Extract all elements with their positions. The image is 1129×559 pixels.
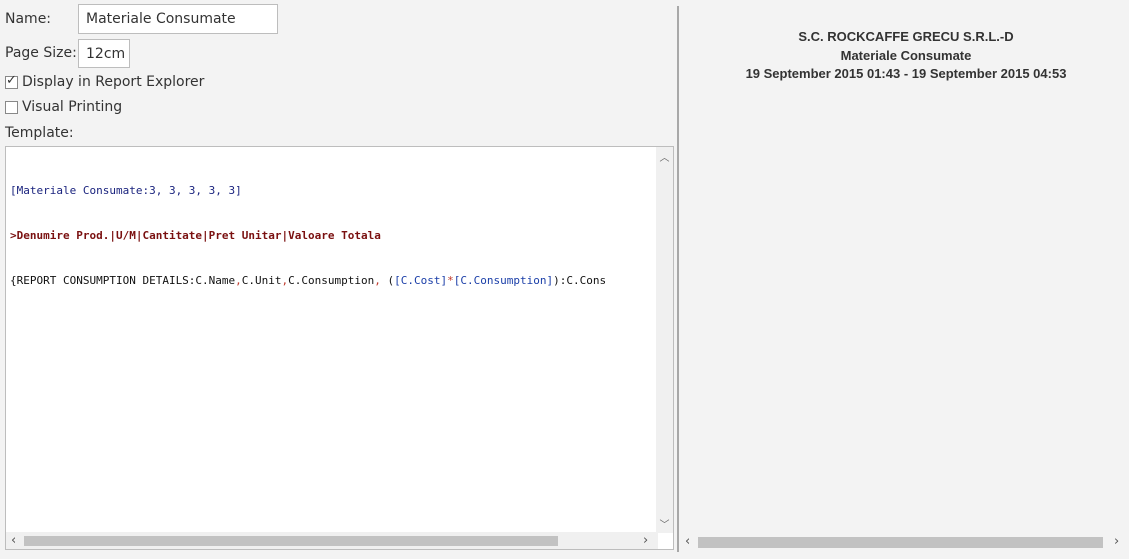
- report-preview-header: S.C. ROCKCAFFE GRECU S.R.L.-D Materiale …: [690, 28, 1122, 84]
- preview-horizontal-scroll-thumb[interactable]: [698, 537, 1103, 548]
- scroll-left-icon[interactable]: ‹: [685, 533, 690, 550]
- editor-vertical-scrollbar[interactable]: ︿ ﹀: [656, 147, 673, 533]
- checkbox-unchecked-icon[interactable]: [5, 100, 18, 114]
- template-editor[interactable]: [Materiale Consumate:3, 3, 3, 3, 3] >Den…: [5, 146, 674, 550]
- scroll-right-icon[interactable]: ›: [643, 532, 648, 549]
- page-size-label: Page Size:: [5, 45, 77, 61]
- checkbox-checked-icon[interactable]: [5, 73, 18, 89]
- scroll-up-icon[interactable]: ︿: [656, 149, 673, 164]
- display-in-report-explorer-checkbox[interactable]: Display in Report Explorer: [5, 73, 205, 90]
- preview-period: 19 September 2015 01:43 - 19 September 2…: [745, 66, 1067, 81]
- editor-horizontal-scrollbar[interactable]: ‹ ›: [6, 532, 658, 549]
- panel-splitter[interactable]: [677, 6, 679, 552]
- page-size-input[interactable]: 12cm: [78, 39, 130, 68]
- visual-printing-label: Visual Printing: [22, 99, 123, 115]
- scroll-right-icon[interactable]: ›: [1114, 533, 1119, 550]
- template-code[interactable]: [Materiale Consumate:3, 3, 3, 3, 3] >Den…: [10, 153, 656, 318]
- scroll-left-icon[interactable]: ‹: [11, 532, 16, 549]
- name-label: Name:: [5, 11, 52, 27]
- template-line-2: >Denumire Prod.|U/M|Cantitate|Pret Unita…: [10, 229, 381, 242]
- preview-title: Materiale Consumate: [840, 47, 972, 63]
- template-line-1: [Materiale Consumate:3, 3, 3, 3, 3]: [10, 184, 242, 197]
- scroll-down-icon[interactable]: ﹀: [656, 516, 673, 531]
- editor-horizontal-scroll-thumb[interactable]: [24, 536, 558, 546]
- preview-company: S.C. ROCKCAFFE GRECU S.R.L.-D: [798, 29, 1014, 44]
- name-input[interactable]: Materiale Consumate: [78, 4, 278, 34]
- visual-printing-checkbox[interactable]: Visual Printing: [5, 99, 122, 115]
- preview-horizontal-scrollbar[interactable]: ‹ ›: [680, 533, 1129, 550]
- display-in-report-explorer-label: Display in Report Explorer: [22, 74, 205, 90]
- template-label: Template:: [5, 125, 74, 141]
- template-line-3: {REPORT CONSUMPTION DETAILS:C.Name,C.Uni…: [10, 274, 607, 287]
